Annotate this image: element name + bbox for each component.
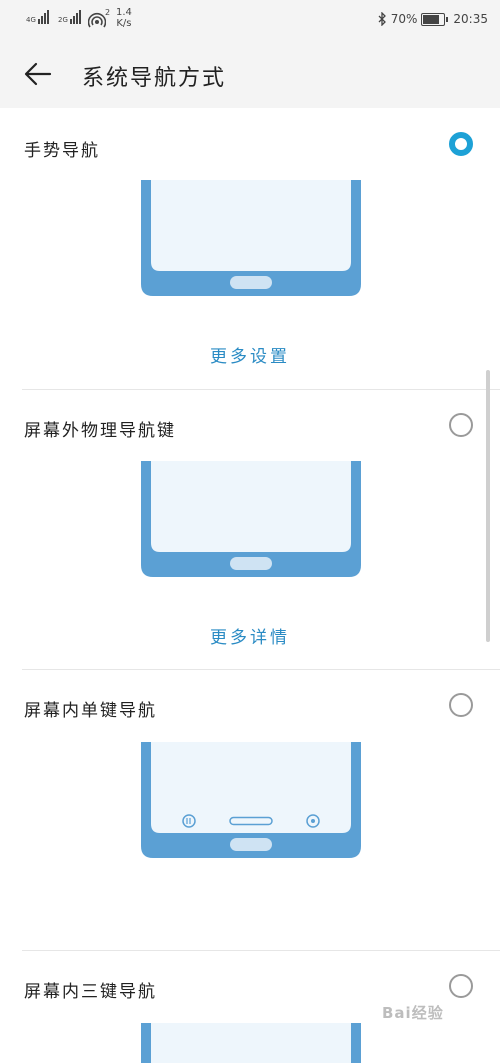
speed-unit: K/s (116, 18, 132, 29)
divider (22, 389, 500, 390)
scrollbar[interactable] (486, 370, 490, 642)
option-label: 屏幕内三键导航 (24, 982, 157, 1002)
option-radio-selected[interactable] (449, 132, 473, 156)
status-right: 70% 20:35 (378, 12, 488, 26)
page-title: 系统导航方式 (82, 66, 227, 91)
bluetooth-icon (378, 12, 386, 26)
divider (22, 669, 500, 670)
network-speed: 1.4 K/s (116, 7, 132, 29)
sim2-label: 2G (58, 16, 68, 24)
watermark: Bai经验 (382, 1004, 444, 1022)
more-settings-link[interactable]: 更多设置 (0, 342, 500, 367)
speed-value: 1.4 (116, 7, 132, 18)
sim1-signal-icon: 4G (26, 10, 49, 24)
option-label: 手势导航 (24, 141, 100, 161)
phone-illustration-physical (141, 461, 361, 577)
battery-fill (423, 14, 439, 24)
more-details-link[interactable]: 更多详情 (0, 623, 500, 648)
phone-illustration-single-key (141, 742, 361, 858)
status-bar: 4G 2G 2 1.4 K/s 70% 20:35 (0, 0, 500, 40)
option-radio[interactable] (449, 413, 473, 437)
phone-illustration-gesture (141, 180, 361, 296)
option-label: 屏幕内单键导航 (24, 701, 157, 721)
sim2-signal-icon: 2G (58, 10, 81, 24)
hotspot-icon (88, 12, 106, 28)
option-radio[interactable] (449, 693, 473, 717)
hotspot-count: 2 (105, 8, 111, 17)
phone-illustration-three-key (141, 1023, 361, 1063)
app-bar: 系统导航方式 (0, 40, 500, 108)
divider (22, 950, 500, 951)
battery-icon (421, 12, 449, 26)
option-radio[interactable] (449, 974, 473, 998)
clock: 20:35 (453, 12, 488, 26)
sim1-label: 4G (26, 16, 36, 24)
option-label: 屏幕外物理导航键 (24, 421, 176, 441)
battery-percent: 70% (390, 12, 418, 26)
arrow-left-icon[interactable] (22, 58, 54, 90)
